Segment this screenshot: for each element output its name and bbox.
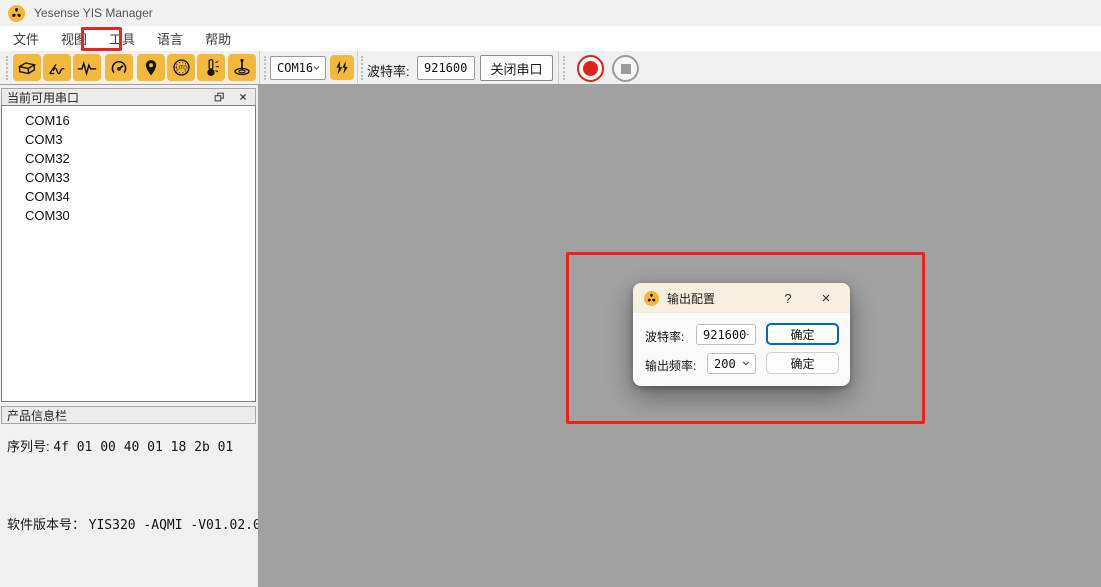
info-panel-title: 产品信息栏	[7, 407, 67, 424]
port-select-value: COM16	[277, 61, 313, 75]
menu-view[interactable]: 视图	[52, 26, 96, 51]
port-list-item[interactable]: COM3	[2, 130, 255, 149]
toolbar-separator	[558, 51, 559, 84]
lightning-refresh-icon	[333, 59, 351, 77]
pulse-wave-icon	[76, 58, 98, 78]
window-title: Yesense YIS Manager	[34, 6, 153, 20]
toolbar-separator	[259, 51, 260, 84]
dialog-baud-ok-button[interactable]: 确定	[766, 323, 839, 345]
menu-bar: 文件 视图 工具 语言 帮助	[0, 26, 1101, 51]
port-list-item[interactable]: COM33	[2, 168, 255, 187]
stop-button[interactable]	[612, 55, 639, 82]
calibration-pin-icon	[231, 57, 253, 78]
baud-rate-select[interactable]: 921600	[417, 56, 475, 80]
close-panel-button[interactable]: ×	[236, 91, 250, 104]
close-panel-icon: ×	[239, 91, 246, 103]
baud-rate-label: 波特率:	[367, 61, 410, 80]
serial-number-value: 4f 01 00 40 01 18 2b 01	[53, 440, 233, 455]
port-select[interactable]: COM16	[270, 56, 326, 80]
dialog-freq-label: 输出频率:	[645, 357, 696, 374]
port-list-item[interactable]: COM30	[2, 206, 255, 225]
svg-text:UTC: UTC	[175, 66, 186, 72]
serial-number-label: 序列号:	[7, 439, 50, 454]
record-button[interactable]	[577, 55, 604, 82]
refresh-ports-button[interactable]	[330, 55, 354, 80]
close-serial-port-button[interactable]: 关闭串口	[480, 55, 553, 81]
software-version-label: 软件版本号：	[7, 517, 85, 532]
dialog-freq-ok-button[interactable]: 确定	[766, 352, 839, 374]
dialog-baud-label: 波特率:	[645, 328, 684, 345]
menu-help[interactable]: 帮助	[196, 26, 240, 51]
port-list-item[interactable]: COM16	[2, 111, 255, 130]
ports-panel-title: 当前可用串口	[7, 89, 79, 106]
location-pin-icon	[141, 58, 161, 78]
port-list-item[interactable]: COM32	[2, 149, 255, 168]
toolbar-drag-handle[interactable]	[361, 56, 363, 80]
toolbar-drag-handle[interactable]	[6, 56, 8, 80]
dialog-freq-select[interactable]: 200	[707, 353, 756, 374]
tool-utc-time-button[interactable]: UTC	[167, 54, 195, 81]
tool-gauge-button[interactable]	[105, 54, 133, 81]
dialog-baud-value: 921600	[703, 328, 746, 342]
thermometer-icon	[201, 57, 222, 78]
tool-location-button[interactable]	[137, 54, 165, 81]
software-version-line: 软件版本号： YIS320 -AQMI -V01.02.03;	[7, 514, 276, 533]
stop-icon	[621, 64, 631, 74]
menu-language[interactable]: 语言	[148, 26, 192, 51]
angle-wave-icon	[46, 58, 68, 78]
title-bar: Yesense YIS Manager	[0, 0, 1101, 26]
menu-tools[interactable]: 工具	[100, 26, 144, 51]
dialog-help-button[interactable]: ?	[776, 283, 800, 313]
record-icon	[583, 61, 598, 76]
toolbar-drag-handle[interactable]	[264, 56, 266, 80]
software-version-value: YIS320 -AQMI -V01.02.03;	[89, 518, 277, 533]
gauge-icon	[108, 58, 130, 78]
toolbar-separator	[357, 51, 358, 84]
chevron-down-icon	[467, 65, 469, 71]
output-config-dialog: 输出配置 ? × 波特率: 921600 确定 输出频率: 200 确定	[633, 283, 850, 386]
port-list: COM16 COM3 COM32 COM33 COM34 COM30	[1, 105, 256, 402]
chevron-down-icon	[746, 332, 750, 337]
tool-angle-wave-button[interactable]	[43, 54, 71, 81]
dialog-baud-select[interactable]: 921600	[696, 324, 756, 345]
toolbar: UTC COM16	[0, 51, 1101, 85]
float-panel-icon	[213, 91, 225, 103]
tool-temperature-button[interactable]	[197, 54, 225, 81]
dialog-title: 输出配置	[667, 290, 715, 307]
chevron-down-icon	[742, 361, 750, 366]
left-dock: 当前可用串口 × COM16 COM3 COM32 COM33 COM34 CO…	[0, 85, 258, 587]
dialog-app-icon	[643, 291, 660, 306]
tool-3d-view-button[interactable]	[13, 54, 41, 81]
toolbar-drag-handle[interactable]	[563, 56, 565, 80]
float-panel-button[interactable]	[212, 91, 226, 104]
dialog-close-button[interactable]: ×	[811, 283, 841, 313]
tool-waveform-button[interactable]	[73, 54, 101, 81]
app-window: Yesense YIS Manager 文件 视图 工具 语言 帮助	[0, 0, 1101, 587]
port-list-item[interactable]: COM34	[2, 187, 255, 206]
utc-clock-icon: UTC	[171, 57, 192, 78]
baud-rate-value: 921600	[424, 61, 467, 75]
chevron-down-icon	[313, 65, 320, 71]
app-logo-icon	[8, 5, 25, 22]
ports-panel-header: 当前可用串口 ×	[1, 88, 256, 106]
serial-number-line: 序列号: 4f 01 00 40 01 18 2b 01	[7, 436, 233, 455]
tool-calibration-button[interactable]	[228, 54, 256, 81]
menu-file[interactable]: 文件	[4, 26, 48, 51]
cube-icon	[16, 58, 38, 78]
dialog-freq-value: 200	[714, 357, 736, 371]
info-panel-header: 产品信息栏	[1, 406, 256, 424]
